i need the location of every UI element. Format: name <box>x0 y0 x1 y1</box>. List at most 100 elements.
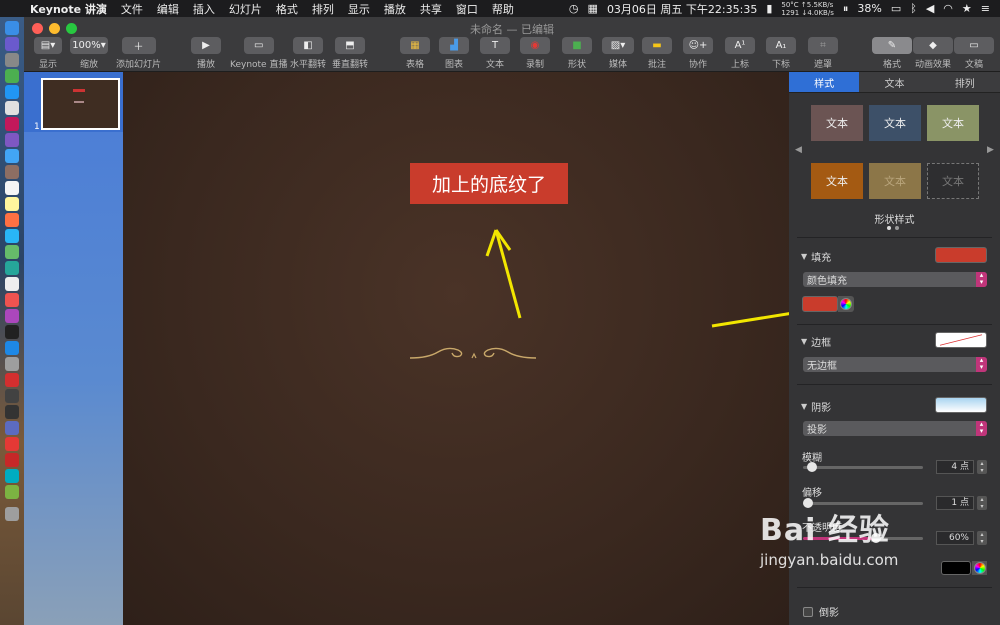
blur-stepper[interactable]: ▴ ▾ <box>977 460 987 474</box>
app-icon-cyan[interactable] <box>5 229 19 243</box>
keynote-live-button[interactable]: ▭ Keynote 直播 <box>230 37 287 70</box>
subscript-button[interactable]: A₁ 下标 <box>766 37 796 70</box>
fill-type-select[interactable]: 颜色填充 ▴ ▾ <box>803 272 987 287</box>
launchpad-icon[interactable] <box>5 53 19 67</box>
slide-thumbnail[interactable] <box>41 78 120 130</box>
bluetooth-icon[interactable]: ᛒ <box>910 2 917 15</box>
reflection-row[interactable]: 倒影 <box>803 604 839 619</box>
pause-icon[interactable]: ⏸ <box>843 2 849 16</box>
fill-color-well[interactable] <box>802 296 838 312</box>
calendar-dock-icon[interactable] <box>5 181 19 195</box>
menu-edit[interactable]: 编辑 <box>157 1 179 17</box>
menu-view[interactable]: 显示 <box>348 1 370 17</box>
color-wheel-button[interactable] <box>838 296 854 312</box>
app-icon-brown[interactable] <box>5 165 19 179</box>
terminal-icon[interactable] <box>5 405 19 419</box>
page-dots[interactable] <box>887 226 899 230</box>
trash-icon[interactable] <box>5 507 19 521</box>
document-button[interactable]: ▭ 文稿 <box>954 37 994 70</box>
style-swatch[interactable]: 文本 <box>869 105 921 141</box>
comment-button[interactable]: ▬ 批注 <box>642 37 672 70</box>
shadow-header[interactable]: ▼ 阴影 <box>801 399 831 414</box>
clock-icon[interactable]: ◷ <box>569 2 579 15</box>
app-icon-lime[interactable] <box>5 485 19 499</box>
app-icon-blue[interactable] <box>5 85 19 99</box>
blur-input[interactable]: 4 点 <box>936 460 974 474</box>
stats-icon[interactable]: ▮ <box>766 2 772 15</box>
notes-icon[interactable] <box>5 197 19 211</box>
blur-slider[interactable] <box>803 462 923 472</box>
opacity-input[interactable]: 60% <box>936 531 974 545</box>
siri-icon[interactable] <box>5 37 19 51</box>
reflection-checkbox[interactable] <box>803 606 813 617</box>
border-none-preview[interactable] <box>935 332 987 348</box>
music-icon[interactable] <box>5 293 19 307</box>
app-icon-pink[interactable] <box>5 117 19 131</box>
superscript-button[interactable]: A¹ 上标 <box>725 37 755 70</box>
app-icon-green[interactable] <box>5 69 19 83</box>
wifi-icon[interactable]: ◠ <box>943 2 953 15</box>
shadow-color-wheel-button[interactable] <box>972 561 987 575</box>
menu-slide[interactable]: 幻灯片 <box>229 1 262 17</box>
flip-vertical-button[interactable]: ⬒ 垂直翻转 <box>332 37 368 70</box>
border-header[interactable]: ▼ 边框 <box>801 334 831 349</box>
messages-icon[interactable] <box>5 245 19 259</box>
add-slide-button[interactable]: ＋ 添加幻灯片 <box>116 37 161 70</box>
app-icon-teal[interactable] <box>5 469 19 483</box>
podcasts-icon[interactable] <box>5 309 19 323</box>
system-stats[interactable]: 50°C ↑5.5KB/s 1291 ↓4.0KB/s <box>781 1 833 17</box>
menu-arrange[interactable]: 排列 <box>312 1 334 17</box>
style-swatch[interactable]: 文本 <box>869 163 921 199</box>
menu-share[interactable]: 共享 <box>420 1 442 17</box>
chevron-right-icon[interactable]: ▶ <box>987 145 994 155</box>
opacity-stepper[interactable]: ▴ ▾ <box>977 531 987 545</box>
tab-arrange[interactable]: 排列 <box>929 72 1000 93</box>
chevron-left-icon[interactable]: ◀ <box>795 145 802 155</box>
shadow-type-select[interactable]: 投影 ▴ ▾ <box>803 421 987 436</box>
netease-music-icon[interactable] <box>5 453 19 467</box>
tab-text[interactable]: 文本 <box>859 72 930 93</box>
tv-icon[interactable] <box>5 325 19 339</box>
mask-button[interactable]: ⌗ 遮罩 <box>808 37 838 70</box>
fill-header[interactable]: ▼ 填充 <box>801 249 831 264</box>
menu-help[interactable]: 帮助 <box>492 1 514 17</box>
safari-icon[interactable] <box>5 149 19 163</box>
settings-icon[interactable] <box>5 357 19 371</box>
view-button[interactable]: ▤▾ 显示 <box>34 37 62 70</box>
app-icon-white[interactable] <box>5 277 19 291</box>
menu-play[interactable]: 播放 <box>384 1 406 17</box>
style-swatch[interactable]: 文本 <box>811 163 863 199</box>
star-icon[interactable]: ★ <box>962 2 972 15</box>
shadow-preview[interactable] <box>935 397 987 413</box>
yandex-icon[interactable] <box>5 437 19 451</box>
border-type-select[interactable]: 无边框 ▴ ▾ <box>803 357 987 372</box>
slide-text-box[interactable]: 加上的底纹了 <box>410 163 568 204</box>
vpn-icon[interactable] <box>5 421 19 435</box>
shadow-color-well[interactable] <box>941 561 971 575</box>
menu-insert[interactable]: 插入 <box>193 1 215 17</box>
date-time[interactable]: 03月06日 周五 下午22:35:35 <box>607 1 757 17</box>
tab-style[interactable]: 样式 <box>789 72 860 93</box>
offset-stepper[interactable]: ▴ ▾ <box>977 496 987 510</box>
zoom-button[interactable]: 100% ▾ 缩放 <box>70 37 108 70</box>
slider-knob[interactable] <box>807 462 817 472</box>
app-menu[interactable]: Keynote 讲演 <box>30 1 107 17</box>
style-swatch[interactable]: 文本 <box>927 105 979 141</box>
app-icon-dark[interactable] <box>5 389 19 403</box>
text-button[interactable]: T 文本 <box>480 37 510 70</box>
finder-icon[interactable] <box>5 21 19 35</box>
volume-icon[interactable]: ◀ <box>926 2 934 15</box>
play-button[interactable]: ▶ 播放 <box>191 37 221 70</box>
menu-file[interactable]: 文件 <box>121 1 143 17</box>
photos-icon[interactable] <box>5 213 19 227</box>
animate-button[interactable]: ◆ 动画效果 <box>913 37 953 70</box>
offset-input[interactable]: 1 点 <box>936 496 974 510</box>
facetime-icon[interactable] <box>5 261 19 275</box>
chrome-icon[interactable] <box>5 101 19 115</box>
shape-button[interactable]: ■ 形状 <box>562 37 592 70</box>
table-button[interactable]: ▦ 表格 <box>400 37 430 70</box>
calendar-icon[interactable]: ▦ <box>588 2 598 15</box>
battery-icon[interactable]: ▭ <box>891 2 901 15</box>
collaborate-button[interactable]: ☺+ 协作 <box>683 37 713 70</box>
menu-list-icon[interactable]: ≡ <box>981 2 990 15</box>
